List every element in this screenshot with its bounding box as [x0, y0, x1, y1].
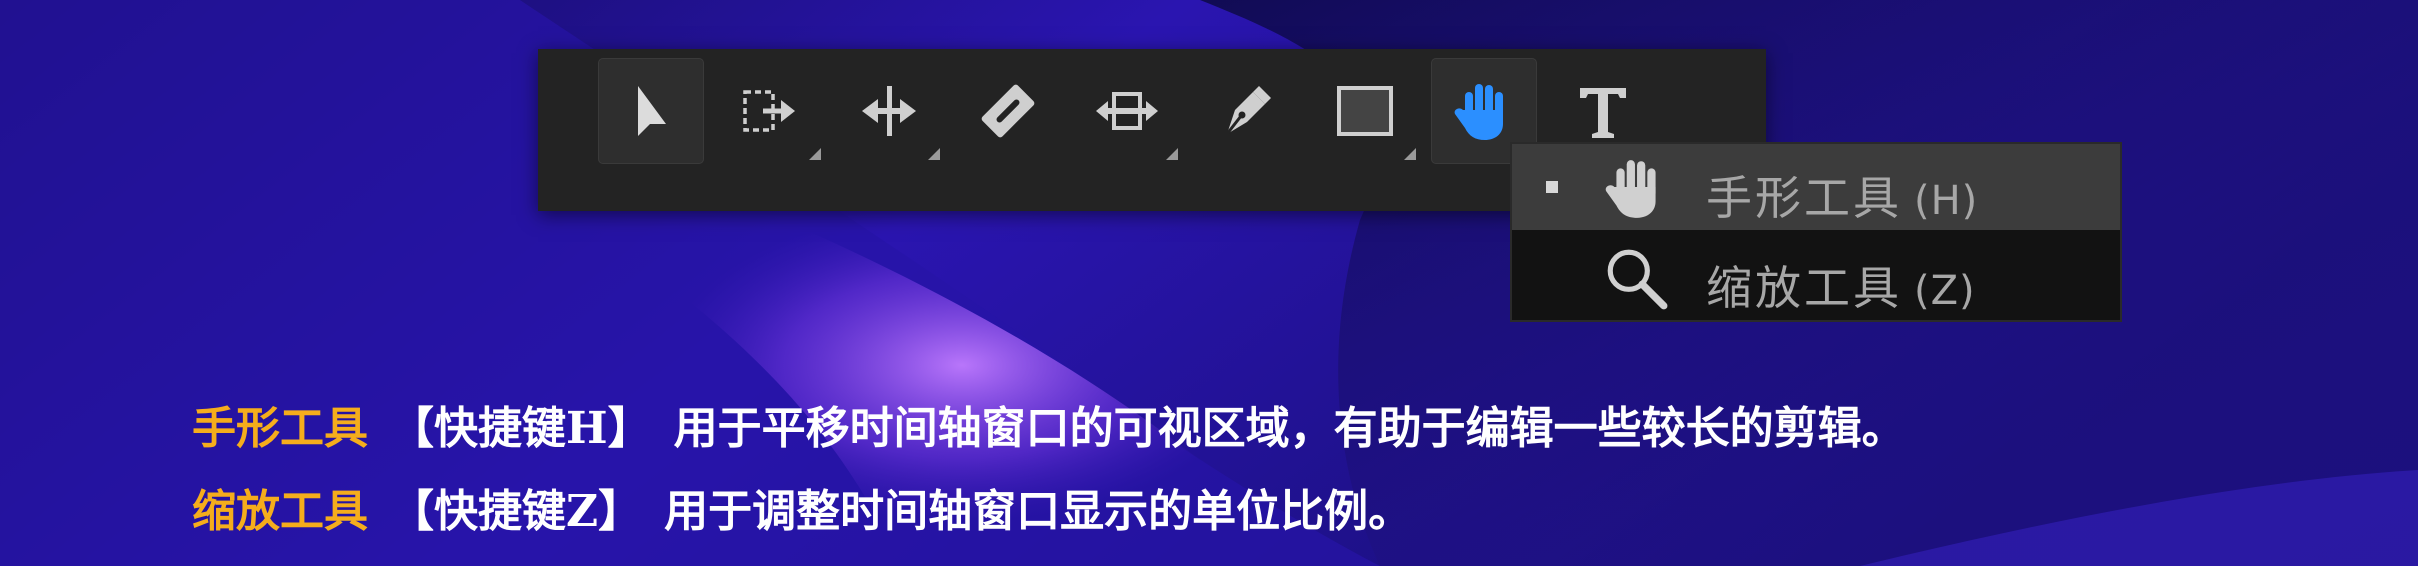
track-select-forward-icon — [743, 90, 795, 132]
slip-tool-button[interactable] — [1074, 58, 1180, 164]
rectangle-tool-button[interactable] — [1312, 58, 1418, 164]
selected-bullet — [1546, 181, 1558, 193]
menu-item-label: 缩放工具 (Z) — [1706, 261, 1976, 315]
zoom-magnifier-icon — [1607, 249, 1668, 310]
selection-arrow-icon — [638, 86, 666, 136]
text-icon — [1580, 88, 1626, 138]
rectangle-icon — [1337, 86, 1393, 136]
menu-item-label: 手形工具 (H) — [1706, 171, 1979, 225]
caption-zoom-tool: 缩放工具 【快捷键Z】 用于调整时间轴窗口显示的单位比例。 — [192, 475, 1412, 539]
caption-shortcut: 【快捷键Z】 — [390, 486, 643, 537]
menu-item-hand-tool[interactable]: 手形工具 (H) — [1512, 144, 2120, 230]
submenu-indicator-icon — [928, 148, 940, 160]
selection-tool-button[interactable] — [598, 58, 704, 164]
pen-icon — [1225, 86, 1271, 135]
ripple-edit-icon — [862, 86, 916, 136]
menu-item-zoom-tool[interactable]: 缩放工具 (Z) — [1512, 234, 2120, 320]
caption-hand-tool: 手形工具 【快捷键H】 用于平移时间轴窗口的可视区域，有助于编辑一些较长的剪辑。 — [192, 392, 1906, 456]
caption-tool-name: 手形工具 — [192, 403, 368, 454]
hand-icon — [1605, 160, 1656, 218]
hand-icon — [1454, 84, 1503, 140]
hand-tool-dropdown-menu: 手形工具 (H) 缩放工具 (Z) — [1510, 142, 2122, 322]
caption-description: 用于调整时间轴窗口显示的单位比例。 — [664, 486, 1413, 537]
menu-item-shortcut: (H) — [1914, 178, 1979, 224]
razor-icon — [981, 84, 1035, 138]
submenu-indicator-icon — [809, 148, 821, 160]
caption-shortcut: 【快捷键H】 — [390, 403, 652, 454]
slip-icon — [1096, 92, 1158, 130]
track-select-tool-button[interactable] — [717, 58, 823, 164]
caption-description: 用于平移时间轴窗口的可视区域，有助于编辑一些较长的剪辑。 — [673, 403, 1906, 454]
caption-tool-name: 缩放工具 — [192, 486, 368, 537]
submenu-indicator-icon — [1404, 148, 1416, 160]
menu-item-shortcut: (Z) — [1914, 268, 1976, 314]
pen-tool-button[interactable] — [1193, 58, 1299, 164]
submenu-indicator-icon — [1166, 148, 1178, 160]
razor-tool-button[interactable] — [955, 58, 1061, 164]
ripple-edit-tool-button[interactable] — [836, 58, 942, 164]
